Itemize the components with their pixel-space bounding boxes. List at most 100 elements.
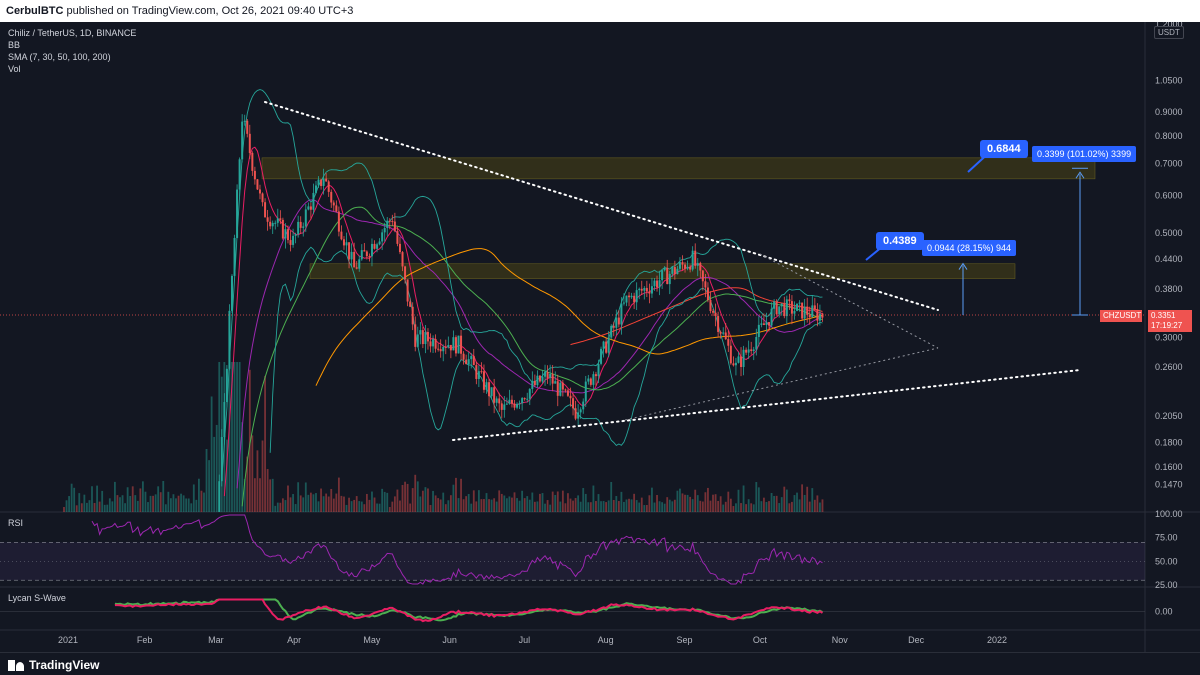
wave-label[interactable]: Lycan S-Wave [8, 593, 66, 603]
volume-bar [526, 496, 529, 512]
candle-body [393, 221, 396, 232]
volume-bar [684, 494, 686, 512]
candle-body [485, 382, 488, 390]
candle-body [645, 287, 648, 292]
candle-body [755, 337, 758, 350]
target-upper-price[interactable]: 0.6844 [980, 140, 1028, 158]
candle-body [732, 363, 735, 366]
volume-bar [197, 478, 200, 512]
candle-body [513, 403, 516, 408]
volume-bar [327, 496, 330, 512]
candle-body [368, 256, 371, 258]
candle-body [694, 250, 697, 266]
trendline-inner-lower [624, 347, 939, 421]
volume-bar [233, 362, 236, 512]
volume-bar [579, 501, 582, 512]
volume-bar [368, 499, 371, 512]
volume-bar [427, 488, 429, 512]
candle-body [737, 356, 740, 363]
candle-body [625, 295, 628, 303]
volume-bar [536, 501, 539, 512]
candle-body [269, 221, 272, 227]
candle-body [579, 409, 582, 413]
chart-svg[interactable]: 1.0500 0.9000 0.8000 0.7000 0.6000 0.5000 0.44… [0, 22, 1200, 652]
candle-body [503, 404, 506, 410]
volume-bar [274, 505, 277, 512]
volume-bar [167, 491, 170, 512]
candle-body [602, 341, 605, 349]
candle-body [447, 344, 450, 348]
volume-bar [294, 504, 297, 512]
volume-bar [803, 494, 806, 512]
volume-bar [620, 491, 623, 512]
volume-bar [399, 500, 401, 512]
volume-bar [447, 500, 450, 512]
candle-body [467, 359, 470, 365]
volume-bar [317, 501, 320, 512]
rsi-label[interactable]: RSI [8, 518, 23, 528]
tradingview-logo[interactable]: TradingView [8, 658, 99, 672]
volume-bar [378, 503, 381, 512]
volume-bar [757, 487, 760, 512]
candle-body [747, 349, 750, 353]
volume-bar [490, 499, 493, 512]
volume-bar [554, 494, 557, 512]
candle-body [780, 303, 783, 307]
candle-body [727, 339, 730, 346]
legend-bb[interactable]: BB [8, 39, 136, 51]
y-tick-label: 0.7000 [1155, 159, 1183, 169]
candle-body [622, 302, 625, 304]
volume-bar [304, 482, 307, 512]
legend-symbol[interactable]: Chiliz / TetherUS, 1D, BINANCE [8, 27, 136, 39]
x-tick-label: 2022 [987, 635, 1007, 645]
candle-body [587, 378, 590, 382]
volume-bar [269, 479, 272, 512]
volume-bar [816, 495, 819, 512]
target-lower-price[interactable]: 0.4389 [876, 232, 924, 250]
candle-body [495, 398, 498, 403]
candle-body [648, 291, 651, 294]
volume-bar [768, 501, 770, 512]
candle-body [531, 380, 534, 389]
author-name[interactable]: CerbulBTC [6, 5, 63, 17]
candle-body [678, 262, 681, 269]
target-upper-measure[interactable]: 0.3399 (101.02%) 3399 [1032, 146, 1137, 162]
candle-body [493, 387, 496, 403]
legend-vol[interactable]: Vol [8, 63, 136, 75]
candle-body [719, 331, 722, 334]
candle-body [289, 240, 292, 245]
x-tick-label: Jun [442, 635, 457, 645]
x-tick-label: Mar [208, 635, 224, 645]
volume-bar [281, 498, 284, 512]
candle-body [813, 305, 816, 310]
y-tick-label: 0.1800 [1155, 438, 1183, 448]
volume-bar [778, 503, 781, 512]
candle-body [533, 380, 536, 386]
volume-bar [584, 493, 587, 512]
volume-bar [404, 481, 406, 512]
volume-bar [651, 487, 653, 512]
target-lower-measure[interactable]: 0.0944 (28.15%) 944 [922, 240, 1017, 256]
volume-bar [508, 496, 511, 512]
volume-bar [215, 424, 218, 512]
publish-bar: CerbulBTC published on TradingView.com, … [0, 0, 1200, 22]
volume-bar [686, 494, 689, 512]
currency-tag[interactable]: USDT [1154, 26, 1184, 39]
volume-bar [635, 500, 638, 512]
candle-body [638, 288, 641, 291]
volume-bar [623, 501, 625, 512]
candle-body [327, 181, 330, 192]
volume-bar [480, 499, 483, 512]
candle-body [383, 228, 386, 233]
volume-bar [297, 482, 300, 512]
volume-bar [709, 500, 712, 512]
volume-bar [289, 497, 292, 512]
volume-bar [633, 493, 636, 512]
last-price: 0.3351 [1151, 311, 1176, 320]
volume-bar [592, 485, 595, 512]
volume-bar [162, 480, 165, 512]
legend-sma[interactable]: SMA (7, 30, 50, 100, 200) [8, 51, 136, 63]
candle-body [801, 302, 804, 319]
volume-bar [393, 496, 396, 512]
volume-bar [299, 495, 302, 512]
